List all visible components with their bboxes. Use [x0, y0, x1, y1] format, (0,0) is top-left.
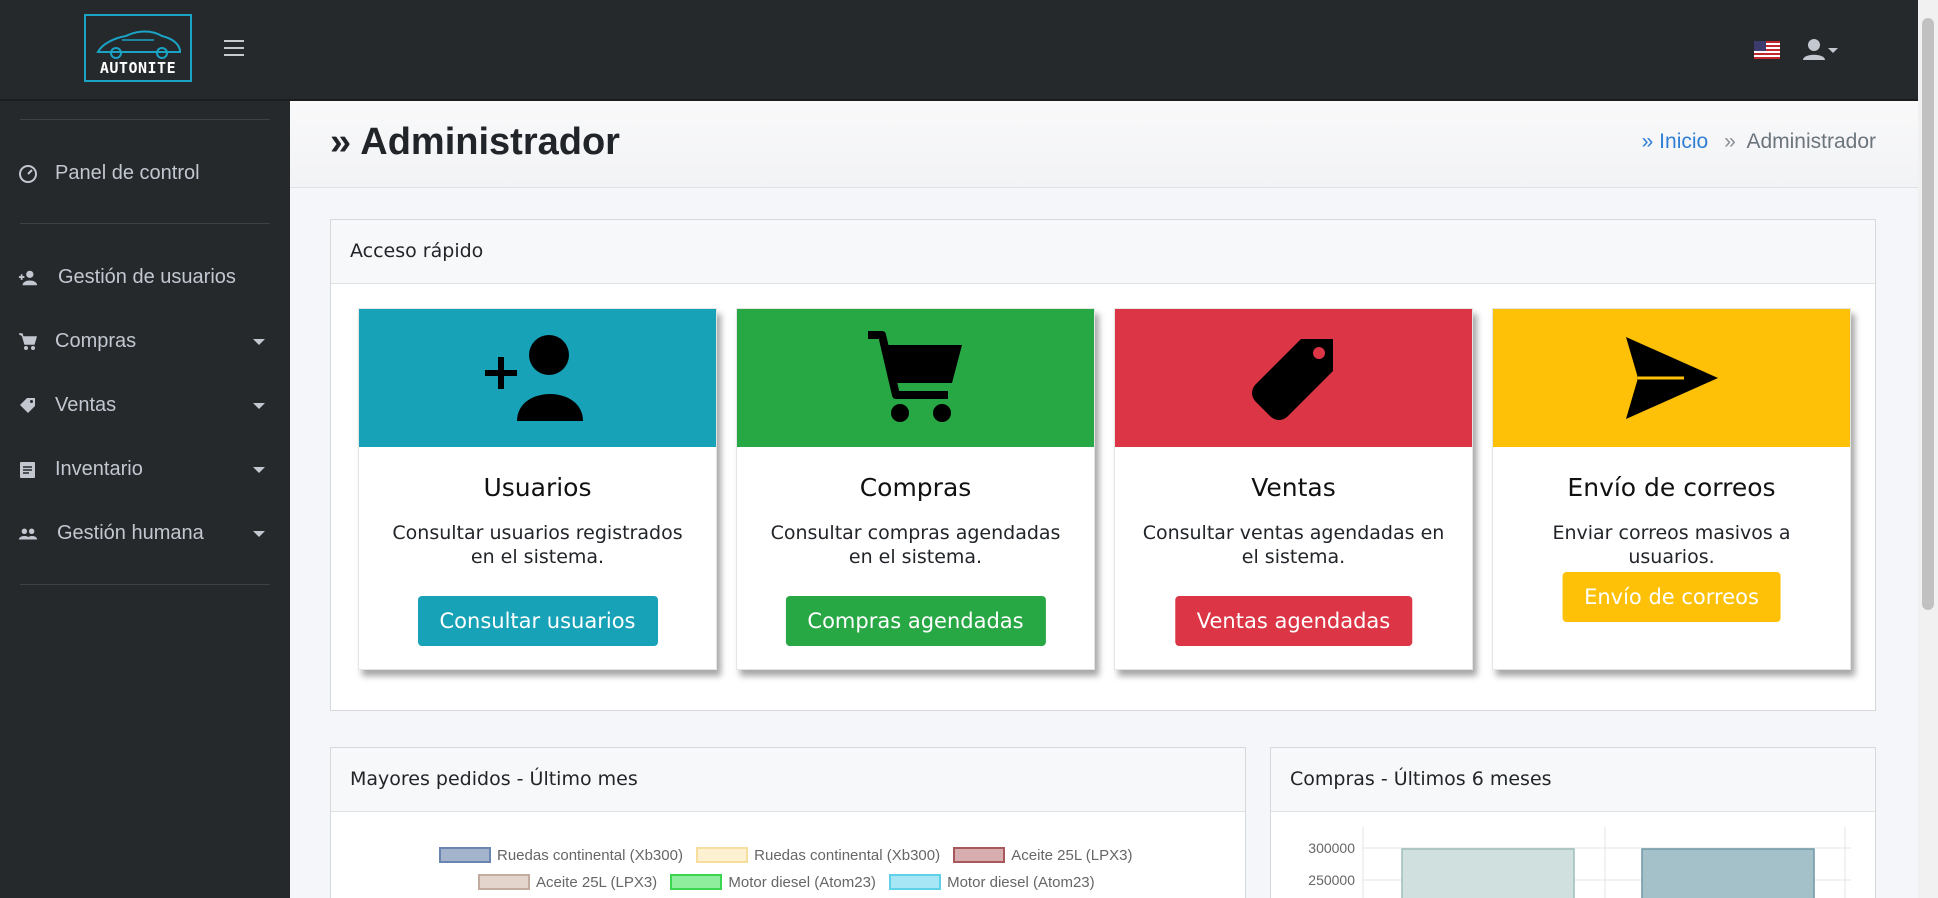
breadcrumb-separator: »	[1724, 130, 1736, 153]
sidebar-item-compras[interactable]: Compras	[0, 319, 290, 363]
card-title: Mayores pedidos - Último mes	[350, 768, 638, 790]
tile-description: Enviar correos masivos a usuarios.	[1552, 522, 1791, 568]
legend-item: Motor diesel (Atom23)	[889, 874, 1095, 891]
sidebar-item-label: Ventas	[55, 394, 117, 416]
sidebar-divider	[20, 584, 270, 585]
tile-title: Ventas	[1251, 473, 1336, 502]
chevron-down-icon	[253, 339, 265, 345]
card-title: Acceso rápido	[350, 240, 484, 262]
tag-icon	[20, 398, 35, 413]
ventas-agendadas-button[interactable]: Ventas agendadas	[1174, 596, 1413, 646]
tag-icon	[1251, 339, 1333, 420]
sidebar-item-label: Panel de control	[55, 162, 200, 184]
tile-title: Usuarios	[483, 473, 592, 502]
menu-toggle-icon[interactable]	[224, 40, 248, 60]
breadcrumb-home-link[interactable]: » Inicio	[1642, 130, 1709, 153]
legend-item: Aceite 25L (LPX3)	[953, 847, 1132, 864]
brand-logo[interactable]: AUTONITE	[84, 14, 192, 82]
sidebar-divider	[20, 223, 270, 224]
send-icon	[1625, 337, 1718, 419]
sidebar-item-panel-de-control[interactable]: Panel de control	[0, 151, 290, 195]
page-scrollbar[interactable]	[1918, 0, 1938, 898]
legend-item: Ruedas continental (Xb300)	[696, 847, 940, 864]
card-title: Compras - Últimos 6 meses	[1290, 768, 1552, 790]
sidebar-item-label: Gestión de usuarios	[58, 266, 236, 288]
tile-envio-correos: Envío de correos Enviar correos masivos …	[1492, 308, 1851, 670]
legend-item: Aceite 25L (LPX3)	[478, 874, 657, 891]
y-tick-label: 300000	[1308, 840, 1355, 856]
dashboard-icon	[19, 165, 37, 183]
user-dropdown-icon[interactable]	[1802, 38, 1842, 62]
add-user-icon	[484, 335, 583, 421]
sidebar-item-label: Gestión humana	[57, 522, 204, 544]
tile-description: Consultar usuarios registrados en el sis…	[392, 522, 683, 568]
sidebar-item-inventario[interactable]: Inventario	[0, 447, 290, 491]
chart-bar	[1401, 848, 1575, 898]
compras-agendadas-button[interactable]: Compras agendadas	[785, 596, 1046, 646]
cart-icon	[867, 331, 962, 422]
scrollbar-thumb[interactable]	[1922, 18, 1934, 610]
tile-header	[737, 309, 1094, 447]
tile-usuarios: Usuarios Consultar usuarios registrados …	[358, 308, 717, 670]
brand-name: AUTONITE	[99, 59, 177, 77]
tile-compras: Compras Consultar compras agendadas en e…	[736, 308, 1095, 670]
card-header: Compras - Últimos 6 meses	[1271, 748, 1875, 812]
legend-item: Ruedas continental (Xb300)	[439, 847, 683, 864]
us-flag-icon[interactable]	[1754, 41, 1780, 59]
top-navbar: AUTONITE	[0, 0, 1918, 101]
card-header: Acceso rápido	[331, 220, 1875, 284]
sidebar-item-gestion-usuarios[interactable]: Gestión de usuarios	[0, 255, 290, 299]
car-logo-icon	[96, 30, 181, 59]
sidebar-item-label: Compras	[55, 330, 137, 352]
sidebar-divider	[20, 119, 270, 120]
tile-description: Consultar compras agendadas en el sistem…	[770, 522, 1061, 568]
sidebar-item-label: Inventario	[55, 458, 143, 480]
y-tick-label: 250000	[1308, 872, 1355, 888]
envio-correos-button[interactable]: Envío de correos	[1562, 572, 1781, 622]
tile-header	[1115, 309, 1472, 447]
legend-item: Motor diesel (Atom23)	[670, 874, 876, 891]
sidebar-item-ventas[interactable]: Ventas	[0, 383, 290, 427]
content-header: » Administrador » Inicio » Administrador	[290, 101, 1918, 188]
breadcrumb: » Inicio » Administrador	[1642, 130, 1876, 154]
sidebar: Panel de control Gestión de usuarios Com…	[0, 101, 290, 898]
add-user-icon	[18, 270, 38, 286]
tile-header	[359, 309, 716, 447]
chart-legend-row: Aceite 25L (LPX3) Motor diesel (Atom23) …	[478, 874, 1104, 891]
orders-chart-card: Mayores pedidos - Último mes Ruedas cont…	[330, 747, 1246, 898]
chevron-down-icon	[253, 467, 265, 473]
purchases-chart-card: Compras - Últimos 6 meses 300000 250000	[1270, 747, 1876, 898]
sidebar-item-gestion-humana[interactable]: Gestión humana	[0, 511, 290, 555]
tile-ventas: Ventas Consultar ventas agendadas en el …	[1114, 308, 1473, 670]
chevron-down-icon	[253, 403, 265, 409]
chart-bar	[1641, 848, 1815, 898]
chart-legend-row: Ruedas continental (Xb300) Ruedas contin…	[439, 847, 1141, 864]
card-header: Mayores pedidos - Último mes	[331, 748, 1245, 812]
tile-header	[1493, 309, 1850, 447]
breadcrumb-current: Administrador	[1746, 130, 1876, 153]
quick-access-card: Acceso rápido Usuarios Consultar usuario…	[330, 219, 1876, 711]
cart-icon	[19, 333, 37, 350]
tile-title: Compras	[859, 473, 972, 502]
document-icon	[20, 462, 35, 478]
consultar-usuarios-button[interactable]: Consultar usuarios	[417, 596, 658, 646]
chevron-down-icon	[253, 531, 265, 537]
group-icon	[18, 528, 38, 540]
page-title: » Administrador	[330, 121, 620, 163]
tile-description: Consultar ventas agendadas en el sistema…	[1142, 522, 1445, 568]
purchases-bar-chart: 300000 250000	[1308, 827, 1851, 898]
tile-title: Envío de correos	[1567, 473, 1776, 502]
